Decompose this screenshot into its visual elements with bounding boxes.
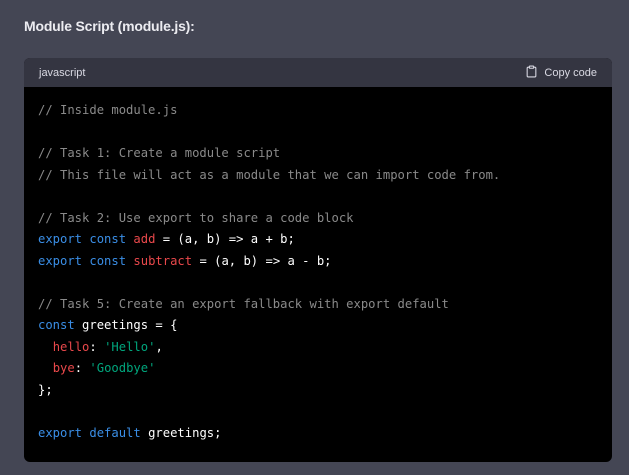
code-token: ,: [155, 339, 163, 354]
code-line: // Inside module.js: [38, 100, 598, 122]
code-line: // Task 1: Create a module script: [38, 143, 598, 165]
code-token: subtract: [133, 253, 193, 268]
code-token: const: [89, 253, 127, 268]
code-token: };: [38, 382, 53, 397]
clipboard-icon: [525, 65, 538, 81]
code-token: // Task 5: Create an export fallback wit…: [38, 296, 449, 311]
code-line: hello: 'Hello',: [38, 337, 598, 359]
code-line: export default greetings;: [38, 423, 598, 445]
code-token: export: [38, 253, 83, 268]
code-token: export: [38, 425, 83, 440]
copy-code-button[interactable]: Copy code: [525, 65, 597, 81]
code-token: const: [38, 318, 75, 332]
code-line: bye: 'Goodbye': [38, 358, 598, 380]
code-token: 'Goodbye': [89, 361, 156, 375]
code-line: };: [38, 380, 598, 402]
code-token: hello: [52, 339, 90, 354]
code-token: 'Hello': [104, 339, 156, 354]
code-token: // Inside module.js: [38, 103, 178, 117]
code-content: // Inside module.js // Task 1: Create a m…: [24, 87, 612, 457]
code-token: // Task 1: Create a module script: [38, 146, 281, 160]
code-token: :: [74, 361, 90, 375]
code-token: :: [89, 339, 105, 354]
code-token: // Task 2: Use export to share a code bl…: [38, 210, 354, 225]
code-token: = (a, b) => a - b;: [192, 253, 332, 268]
code-token: const: [89, 232, 127, 246]
code-token: bye: [52, 361, 75, 375]
code-token: = (a, b) => a + b;: [155, 232, 295, 246]
code-token: add: [133, 232, 156, 246]
code-token: // This file will act as a module that w…: [38, 167, 501, 182]
code-language-label: javascript: [39, 66, 86, 79]
code-block-header: javascript Copy code: [24, 58, 612, 87]
copy-code-label: Copy code: [544, 66, 597, 79]
code-block: javascript Copy code // Inside module.js…: [24, 58, 612, 462]
code-line: // Task 5: Create an export fallback wit…: [38, 294, 598, 316]
code-line: // This file will act as a module that w…: [38, 165, 598, 187]
code-token: greetings = {: [74, 318, 178, 332]
code-line: // Task 2: Use export to share a code bl…: [38, 208, 598, 230]
code-line: const greetings = {: [38, 315, 598, 337]
code-line: export const subtract = (a, b) => a - b;: [38, 251, 598, 273]
section-heading: Module Script (module.js):: [24, 18, 195, 34]
code-token: default: [89, 425, 141, 440]
code-token: export: [38, 232, 83, 246]
code-line: export const add = (a, b) => a + b;: [38, 229, 598, 251]
code-token: greetings;: [140, 425, 222, 440]
